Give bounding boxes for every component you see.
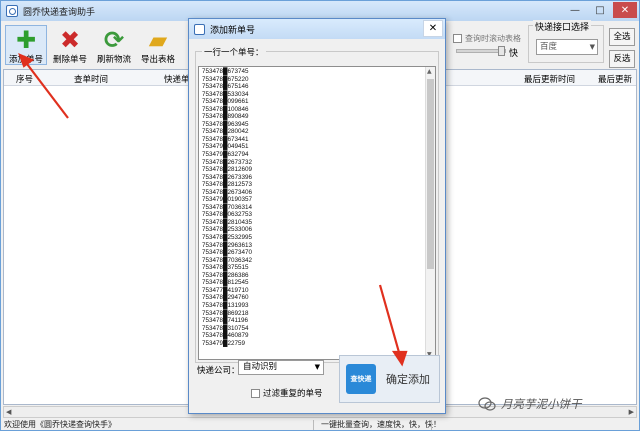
window-controls: — □ ✕: [563, 2, 637, 18]
watermark-text: 月亮芋泥小饼干: [501, 397, 582, 411]
tracking-number-line: 753478█675146: [202, 83, 249, 91]
column-header-last-update[interactable]: 最后更新: [598, 73, 632, 85]
chevron-down-icon: ▼: [314, 363, 320, 371]
column-header-last-update-time[interactable]: 最后更新时间: [524, 73, 575, 85]
export-folder-icon: ▰: [148, 26, 168, 54]
scrollbar-thumb[interactable]: [427, 79, 434, 269]
dialog-close-button[interactable]: ✕: [423, 20, 443, 37]
filter-duplicates-label: 过滤重复的单号: [263, 389, 323, 399]
number-input-group: 一行一个单号： 753478█673745 753478█675220 753478…: [195, 46, 439, 363]
status-welcome: 欢迎使用《圆乔快递查询快手》: [4, 420, 116, 429]
port-group-label: 快递接口选择: [533, 20, 592, 33]
add-number-label: 添加单号: [8, 55, 43, 65]
tracking-number-line: 753478█099661: [202, 98, 249, 106]
window-title: 圆乔快递查询助手: [23, 7, 96, 18]
tracking-number-line: 753478█675220: [202, 75, 249, 83]
port-select[interactable]: 百度 ▼: [536, 39, 598, 55]
tracking-number-line: 753478█280042: [202, 128, 249, 136]
tracking-number-line: 753478█0632753: [202, 211, 252, 219]
confirm-add-button[interactable]: 查快递 确定添加: [339, 355, 440, 403]
auto-scroll-checkbox[interactable]: [453, 34, 462, 43]
courier-label: 快递公司：: [197, 366, 240, 376]
tracking-number-line: 753478█890849: [202, 113, 249, 121]
tracking-number-line: 753478█2532995: [202, 234, 252, 242]
speed-fast-label: 快: [509, 49, 519, 59]
tracking-number-line: 753478█741196: [202, 317, 249, 325]
tracking-number-line: 753478█2963613: [202, 241, 252, 249]
tracking-numbers-text: 753478█673745 753478█675220 753478█675146 7…: [202, 68, 252, 347]
tracking-number-line: 753479█0190357: [202, 196, 252, 204]
close-button[interactable]: ✕: [613, 2, 637, 18]
auto-scroll-option[interactable]: 查询时滚动表格: [453, 33, 521, 44]
column-header-query-time[interactable]: 查单时间: [74, 73, 108, 85]
add-number-dialog: 添加新单号 ✕ 一行一个单号： 753478█673745 753478█6752…: [188, 18, 446, 414]
plus-icon: ✚: [15, 26, 37, 54]
watermark: 月亮芋泥小饼干: [478, 396, 582, 412]
tracking-number-line: 753478█131993: [202, 301, 249, 309]
number-input-label: 一行一个单号：: [202, 46, 266, 58]
tracking-number-line: 753478█2673470: [202, 249, 252, 257]
tracking-number-line: 753479█632794: [202, 151, 249, 159]
tracking-number-line: 753478█2812609: [202, 166, 252, 174]
courier-select-value: 自动识别: [243, 362, 278, 372]
tracking-number-line: 753478█460879: [202, 332, 249, 340]
filter-duplicates-checkbox[interactable]: [251, 388, 260, 398]
status-divider: [431, 420, 432, 430]
tracking-number-line: 753478█673745: [202, 68, 249, 75]
refresh-logistics-label: 刷新物流: [96, 55, 131, 65]
tracking-number-line: 753478█2673732: [202, 158, 252, 166]
textarea-scrollbar[interactable]: ▲ ▼: [425, 67, 435, 359]
minimize-button[interactable]: —: [563, 2, 587, 18]
scroll-right-icon[interactable]: ▶: [629, 408, 634, 416]
tracking-numbers-textarea[interactable]: 753478█673745 753478█675220 753478█675146 7…: [198, 66, 436, 360]
column-header-index[interactable]: 序号: [16, 73, 33, 85]
scroll-left-icon[interactable]: ◀: [6, 408, 11, 416]
tracking-number-line: 753478█869218: [202, 309, 249, 317]
filter-duplicates-option[interactable]: 过滤重复的单号: [251, 387, 323, 399]
select-all-button[interactable]: 全选: [609, 28, 635, 46]
status-divider: [313, 420, 314, 430]
speed-slider-handle[interactable]: [498, 46, 505, 56]
add-number-button[interactable]: ✚ 添加单号: [5, 25, 47, 65]
dialog-title: 添加新单号: [210, 25, 256, 36]
tracking-number-line: 753479█22759: [202, 339, 245, 347]
tracking-number-line: 753478█2812573: [202, 181, 252, 189]
port-select-group: 快递接口选择 百度 ▼: [528, 20, 604, 63]
tracking-number-line: 753478█294760: [202, 294, 249, 302]
auto-scroll-label: 查询时滚动表格: [465, 34, 521, 43]
dialog-titlebar: 添加新单号 ✕: [189, 19, 445, 39]
refresh-icon: ⟳: [103, 26, 125, 54]
query-logo-icon: 查快递: [346, 364, 376, 394]
invert-selection-button[interactable]: 反选: [609, 50, 635, 68]
chevron-down-icon: ▼: [589, 43, 595, 51]
courier-select[interactable]: 自动识别 ▼: [238, 360, 324, 375]
export-table-label: 导出表格: [140, 55, 175, 65]
port-select-value: 百度: [540, 42, 558, 52]
app-icon: [6, 5, 18, 17]
status-bar: 欢迎使用《圆乔快递查询快手》 一键批量查询，速度快，快，快！: [1, 419, 639, 431]
wechat-icon: [478, 397, 496, 411]
export-table-button[interactable]: ▰ 导出表格: [137, 25, 179, 65]
tracking-number-line: 753479█049451: [202, 143, 249, 151]
tracking-number-line: 753478█310754: [202, 324, 249, 332]
tracking-number-line: 753478█2533006: [202, 226, 252, 234]
confirm-add-label: 确定添加: [386, 373, 430, 386]
delete-number-label: 删除单号: [52, 55, 87, 65]
delete-x-icon: ✖: [59, 26, 81, 54]
status-slogan: 一键批量查询，速度快，快，快！: [321, 420, 441, 429]
tracking-number-line: 753478█812545: [202, 279, 249, 287]
maximize-button[interactable]: □: [588, 2, 612, 18]
refresh-logistics-button[interactable]: ⟳ 刷新物流: [93, 25, 135, 65]
dialog-app-icon: [194, 23, 205, 35]
tracking-number-line: 753478█375515: [202, 264, 249, 272]
delete-number-button[interactable]: ✖ 删除单号: [49, 25, 91, 65]
scroll-up-icon[interactable]: ▲: [427, 68, 432, 75]
